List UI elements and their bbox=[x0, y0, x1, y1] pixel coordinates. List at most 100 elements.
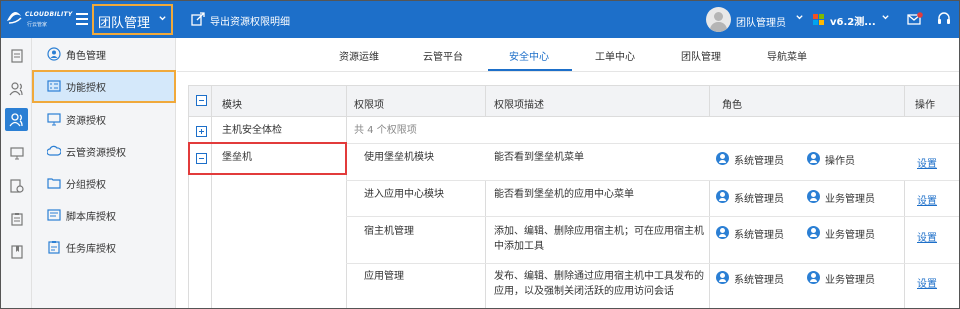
mail-icon[interactable] bbox=[907, 12, 923, 26]
submenu-item-task-auth[interactable]: 任务库授权 bbox=[32, 231, 176, 263]
submenu-label: 脚本库授权 bbox=[66, 212, 116, 223]
clipboard-icon bbox=[10, 212, 23, 226]
logo-subtitle: 行云管家 bbox=[27, 22, 48, 28]
role-tag: 系统管理员 bbox=[734, 275, 784, 286]
submenu-item-role-management[interactable]: 角色管理 bbox=[32, 38, 176, 70]
icon-rail bbox=[1, 38, 32, 308]
export-permissions-button[interactable]: 导出资源权限明细 bbox=[210, 13, 290, 28]
active-tab-indicator bbox=[488, 69, 572, 71]
col-divider bbox=[709, 181, 710, 308]
role-tag: 系统管理员 bbox=[734, 194, 784, 205]
set-button[interactable]: 设置 bbox=[917, 155, 937, 170]
header-description: 权限项描述 bbox=[494, 100, 544, 111]
role-tag: 业务管理员 bbox=[825, 194, 875, 205]
role-icon bbox=[807, 152, 820, 165]
app-window: CLOUDBILITY 行云管家 团队管理 导出资源权限明细 团队管理员 v6.… bbox=[0, 0, 960, 309]
module-tabs: 资源运维 云管平台 安全中心 工单中心 团队管理 导航菜单 bbox=[177, 38, 959, 72]
table-header: 模块 权限项 权限项描述 角色 操作 bbox=[189, 86, 959, 117]
logo-text: CLOUDBILITY bbox=[25, 11, 73, 18]
role-icon bbox=[716, 152, 729, 165]
rail-item-team[interactable] bbox=[5, 108, 28, 131]
col-divider bbox=[904, 86, 905, 117]
tab-nav-menu[interactable]: 导航菜单 bbox=[767, 48, 807, 63]
role-tag: 系统管理员 bbox=[734, 156, 784, 167]
col-divider bbox=[904, 181, 905, 308]
submenu-item-resource-auth[interactable]: 资源授权 bbox=[32, 103, 176, 135]
version-selector[interactable]: v6.2测... bbox=[830, 13, 876, 28]
permission-count: 共 4 个权限项 bbox=[354, 125, 417, 136]
submenu-label: 任务库授权 bbox=[66, 244, 116, 255]
headset-icon[interactable] bbox=[936, 11, 952, 27]
role-icon bbox=[807, 190, 820, 203]
chevron-down-icon[interactable] bbox=[881, 13, 890, 22]
rail-item-settings[interactable] bbox=[5, 174, 28, 197]
gear-doc-icon bbox=[9, 178, 24, 193]
monitor-icon bbox=[47, 113, 61, 126]
submenu-label: 资源授权 bbox=[66, 116, 106, 127]
set-button[interactable]: 设置 bbox=[917, 229, 937, 244]
expand-icon[interactable] bbox=[196, 126, 207, 137]
row-divider bbox=[346, 263, 959, 264]
team-icon bbox=[8, 112, 23, 126]
col-divider bbox=[211, 86, 212, 308]
role-icon bbox=[807, 226, 820, 239]
permission-desc-line1: 发布、编辑、删除通过应用宿主机中工具发布的 bbox=[494, 271, 704, 282]
permissions-table: 模块 权限项 权限项描述 角色 操作 主机安全体检 共 4 个权限项 堡垒机 使… bbox=[188, 85, 959, 308]
avatar[interactable] bbox=[706, 7, 731, 32]
export-icon[interactable] bbox=[191, 12, 205, 26]
book-icon bbox=[10, 244, 23, 259]
permission-desc: 能否看到堡垒机的应用中心菜单 bbox=[494, 189, 634, 200]
role-icon bbox=[807, 271, 820, 284]
col-divider bbox=[346, 86, 347, 308]
role-icon bbox=[716, 190, 729, 203]
document-icon bbox=[10, 48, 23, 63]
rail-item-document[interactable] bbox=[5, 44, 28, 67]
team-selector[interactable]: 团队管理 bbox=[92, 4, 173, 35]
role-icon bbox=[716, 226, 729, 239]
submenu-label: 云管资源授权 bbox=[66, 148, 126, 159]
submenu-item-cloud-auth[interactable]: 云管资源授权 bbox=[32, 135, 176, 167]
header-action: 操作 bbox=[915, 100, 935, 111]
col-divider bbox=[485, 181, 486, 308]
role-icon bbox=[47, 47, 61, 61]
submenu-item-function-auth[interactable]: 功能授权 bbox=[32, 70, 176, 103]
permission-desc-line2: 应用，以及强制关闭活跃的应用访问会话 bbox=[494, 286, 674, 297]
submenu-label: 角色管理 bbox=[66, 51, 106, 62]
col-divider bbox=[485, 86, 486, 117]
chevron-down-icon[interactable] bbox=[795, 13, 804, 22]
submenu-item-group-auth[interactable]: 分组授权 bbox=[32, 167, 176, 199]
top-bar: CLOUDBILITY 行云管家 团队管理 导出资源权限明细 团队管理员 v6.… bbox=[1, 1, 959, 38]
role-tag: 系统管理员 bbox=[734, 230, 784, 241]
submenu-label: 功能授权 bbox=[66, 83, 106, 94]
tab-security-center[interactable]: 安全中心 bbox=[509, 48, 549, 63]
users-icon bbox=[9, 81, 23, 95]
rail-item-monitor[interactable] bbox=[5, 141, 28, 164]
function-icon bbox=[47, 80, 61, 92]
monitor-icon bbox=[9, 146, 24, 159]
permission-item: 使用堡垒机模块 bbox=[364, 152, 434, 163]
collapse-all-icon[interactable] bbox=[196, 95, 207, 106]
tab-ticket-center[interactable]: 工单中心 bbox=[595, 48, 635, 63]
logo-icon bbox=[7, 12, 22, 24]
role-tag: 操作员 bbox=[825, 156, 855, 167]
menu-toggle-icon[interactable] bbox=[76, 13, 88, 25]
set-button[interactable]: 设置 bbox=[917, 192, 937, 207]
module-host-security: 主机安全体检 bbox=[222, 125, 282, 136]
bastion-row-highlight bbox=[188, 142, 347, 175]
windows-icon bbox=[813, 14, 824, 25]
tab-team-management[interactable]: 团队管理 bbox=[681, 48, 721, 63]
set-button[interactable]: 设置 bbox=[917, 275, 937, 290]
row-divider bbox=[346, 180, 959, 181]
submenu-label: 分组授权 bbox=[66, 180, 106, 191]
tab-cloud-platform[interactable]: 云管平台 bbox=[423, 48, 463, 63]
role-tag: 业务管理员 bbox=[825, 230, 875, 241]
rail-item-users[interactable] bbox=[5, 77, 28, 100]
user-name[interactable]: 团队管理员 bbox=[736, 14, 786, 29]
permission-desc: 能否看到堡垒机菜单 bbox=[494, 152, 584, 163]
tab-resource-ops[interactable]: 资源运维 bbox=[339, 48, 379, 63]
permission-item: 应用管理 bbox=[364, 271, 404, 282]
submenu-item-script-auth[interactable]: 脚本库授权 bbox=[32, 199, 176, 231]
rail-item-clipboard[interactable] bbox=[5, 207, 28, 230]
rail-item-book[interactable] bbox=[5, 240, 28, 263]
role-tag: 业务管理员 bbox=[825, 275, 875, 286]
